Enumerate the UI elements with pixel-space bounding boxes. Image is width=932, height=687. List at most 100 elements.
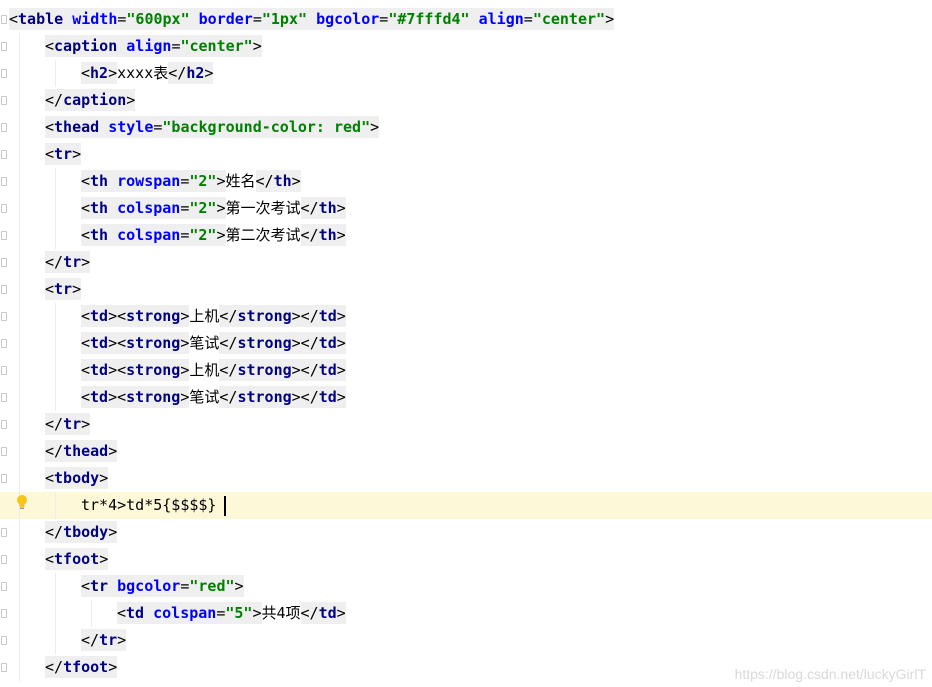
tag-bracket: > — [336, 332, 346, 354]
whitespace — [307, 8, 317, 30]
code-line[interactable]: <td><strong>笔试</strong></td> — [0, 384, 932, 411]
text-content: 笔试 — [189, 334, 220, 352]
code-line[interactable]: <th colspan="2">第一次考试</th> — [0, 195, 932, 222]
code-line[interactable]: <tbody> — [0, 465, 932, 492]
whitespace — [469, 8, 479, 30]
tag-bracket: < — [81, 197, 91, 219]
whitespace — [189, 8, 199, 30]
tag-bracket: ></ — [291, 386, 319, 408]
code-line[interactable]: <td><strong>上机</strong></td> — [0, 303, 932, 330]
tag-name: strong — [237, 305, 292, 327]
tag-bracket: > — [336, 224, 346, 246]
tag-bracket: > — [99, 548, 109, 570]
code-editor[interactable]: <table width="600px" border="1px" bgcolo… — [0, 0, 932, 687]
tag-bracket: = — [523, 8, 533, 30]
tag-bracket: > — [108, 62, 118, 84]
whitespace — [99, 116, 109, 138]
tag-name: strong — [237, 386, 292, 408]
indent-guide — [19, 384, 20, 411]
tag-bracket: ></ — [291, 332, 319, 354]
code-line[interactable]: <tr> — [0, 141, 932, 168]
indent-guide — [55, 330, 56, 357]
code-line[interactable]: <td><strong>笔试</strong></td> — [0, 330, 932, 357]
code-line[interactable]: </tr> — [0, 627, 932, 654]
code-line[interactable]: <td colspan="5">共4项</td> — [0, 600, 932, 627]
indent-guide — [19, 195, 20, 222]
whitespace — [108, 575, 118, 597]
indent-guide — [55, 492, 56, 519]
whitespace — [63, 8, 73, 30]
tag-bracket: </ — [300, 602, 319, 624]
tag-bracket: < — [45, 278, 55, 300]
code-line[interactable]: <caption align="center"> — [0, 33, 932, 60]
lightbulb-icon[interactable] — [16, 494, 28, 510]
indent-guide — [19, 654, 20, 681]
tag-bracket: </ — [219, 386, 238, 408]
code-line[interactable]: <th colspan="2">第二次考试</th> — [0, 222, 932, 249]
code-text: <th colspan="2">第二次考试</th> — [81, 222, 346, 249]
code-line[interactable]: <td><strong>上机</strong></td> — [0, 357, 932, 384]
tag-name: strong — [126, 386, 181, 408]
text-content: tr*4>td*5{$$$$} — [81, 496, 217, 514]
tag-bracket: < — [45, 467, 55, 489]
indent-guide — [55, 60, 56, 87]
tag-bracket: ></ — [291, 359, 319, 381]
indent-guide — [19, 276, 20, 303]
attribute-name: colspan — [117, 224, 181, 246]
whitespace — [108, 224, 118, 246]
code-line[interactable]: </tr> — [0, 249, 932, 276]
code-line[interactable]: <table width="600px" border="1px" bgcolo… — [0, 6, 932, 33]
code-line[interactable]: <th rowspan="2">姓名</th> — [0, 168, 932, 195]
tag-name: td — [126, 602, 145, 624]
tag-name: tbody — [54, 467, 100, 489]
code-line[interactable]: <tfoot> — [0, 546, 932, 573]
tag-bracket: = — [252, 8, 262, 30]
tag-name: strong — [237, 332, 292, 354]
indent-guide — [19, 357, 20, 384]
tag-bracket: >< — [108, 386, 127, 408]
tag-bracket: > — [216, 197, 226, 219]
tag-bracket: > — [108, 656, 118, 678]
current-code-line[interactable]: tr*4>td*5{$$$$} — [0, 492, 932, 519]
text-content: 姓名 — [225, 172, 256, 190]
code-line[interactable]: <thead style="background-color: red"> — [0, 114, 932, 141]
indent-guide — [19, 168, 20, 195]
code-text: </tfoot> — [45, 654, 118, 681]
tag-bracket: </ — [45, 413, 64, 435]
code-line[interactable]: </caption> — [0, 87, 932, 114]
code-line[interactable]: <h2>xxxx表</h2> — [0, 60, 932, 87]
indent-guide — [19, 141, 20, 168]
tag-bracket: </ — [219, 359, 238, 381]
tag-bracket: > — [252, 602, 262, 624]
tag-name: th — [90, 197, 109, 219]
tag-bracket: > — [81, 413, 91, 435]
code-line[interactable]: <tr bgcolor="red"> — [0, 573, 932, 600]
code-line[interactable]: <tr> — [0, 276, 932, 303]
whitespace — [108, 197, 118, 219]
attribute-name: rowspan — [117, 170, 181, 192]
attribute-value: "center" — [532, 8, 606, 30]
code-line[interactable]: </thead> — [0, 438, 932, 465]
attribute-name: style — [108, 116, 154, 138]
tag-name: td — [318, 359, 337, 381]
code-text: <thead style="background-color: red"> — [45, 114, 380, 141]
code-text: <td><strong>上机</strong></td> — [81, 357, 346, 384]
indent-guide — [55, 627, 56, 654]
attribute-value: "red" — [189, 575, 235, 597]
tag-bracket: > — [204, 62, 214, 84]
tag-name: td — [318, 305, 337, 327]
code-line[interactable]: </tbody> — [0, 519, 932, 546]
indent-guide — [19, 573, 20, 600]
attribute-value: "5" — [225, 602, 253, 624]
tag-name: td — [90, 305, 109, 327]
text-content: 笔试 — [189, 388, 220, 406]
tag-bracket: > — [252, 35, 262, 57]
indent-guide — [55, 168, 56, 195]
code-line[interactable]: </tr> — [0, 411, 932, 438]
indent-guide — [19, 303, 20, 330]
attribute-name: colspan — [153, 602, 217, 624]
tag-bracket: > — [108, 521, 118, 543]
indent-guide — [19, 411, 20, 438]
code-text: </tr> — [81, 627, 127, 654]
attribute-value: "#7fffd4" — [388, 8, 470, 30]
